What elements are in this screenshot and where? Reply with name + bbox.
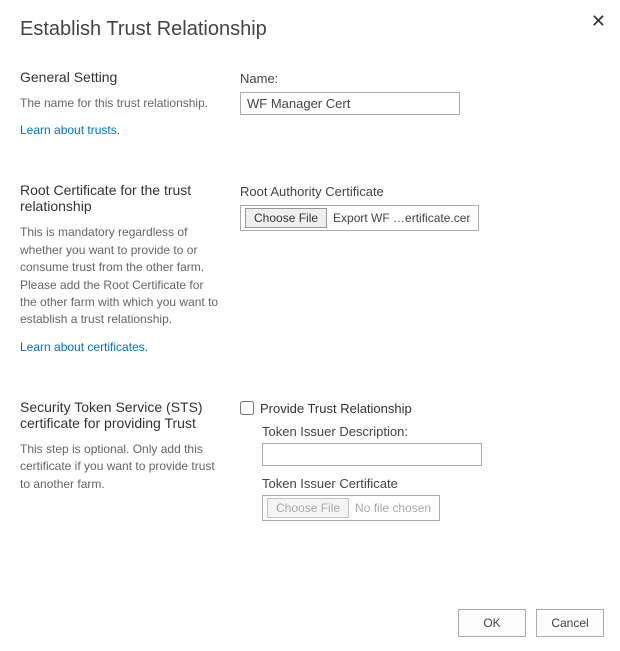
general-heading: General Setting — [20, 69, 222, 85]
root-cert-file-name: Export WF …ertificate.cer — [333, 211, 470, 225]
sts-choose-file-button[interactable]: Choose File — [267, 498, 349, 518]
root-heading: Root Certificate for the trust relations… — [20, 182, 222, 214]
learn-trusts-link[interactable]: Learn about trusts. — [20, 123, 120, 137]
close-icon[interactable]: ✕ — [591, 12, 606, 30]
section-root-cert: Root Certificate for the trust relations… — [20, 182, 600, 353]
root-cert-file-box: Choose File Export WF …ertificate.cer — [240, 205, 479, 231]
sts-heading: Security Token Service (STS) certificate… — [20, 399, 222, 431]
dialog-title: Establish Trust Relationship — [20, 18, 267, 40]
name-label: Name: — [240, 71, 600, 86]
sts-cert-file-name: No file chosen — [355, 501, 431, 515]
token-issuer-desc-label: Token Issuer Description: — [262, 424, 600, 439]
root-desc: This is mandatory regardless of whether … — [20, 224, 222, 328]
sts-desc: This step is optional. Only add this cer… — [20, 441, 222, 493]
token-issuer-desc-input[interactable] — [262, 443, 482, 466]
section-sts: Security Token Service (STS) certificate… — [20, 399, 600, 521]
provide-trust-checkbox[interactable] — [240, 401, 254, 415]
name-input[interactable] — [240, 92, 460, 115]
learn-certificates-link[interactable]: Learn about certificates. — [20, 340, 148, 354]
sts-cert-file-box: Choose File No file chosen — [262, 495, 440, 521]
root-choose-file-button[interactable]: Choose File — [245, 208, 327, 228]
root-cert-label: Root Authority Certificate — [240, 184, 600, 199]
section-general: General Setting The name for this trust … — [20, 69, 600, 137]
provide-trust-label: Provide Trust Relationship — [260, 401, 412, 416]
ok-button[interactable]: OK — [458, 609, 526, 637]
token-issuer-cert-label: Token Issuer Certificate — [262, 476, 600, 491]
cancel-button[interactable]: Cancel — [536, 609, 604, 637]
general-desc: The name for this trust relationship. — [20, 95, 222, 112]
dialog-footer: OK Cancel — [458, 609, 604, 637]
